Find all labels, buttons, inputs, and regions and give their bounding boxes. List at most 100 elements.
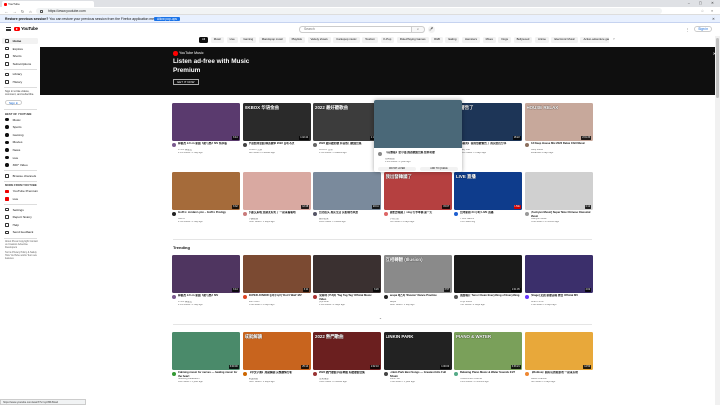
video-thumbnail[interactable]: 3:11 xyxy=(242,255,311,293)
search-input[interactable] xyxy=(299,26,412,33)
video-thumbnail[interactable]: 20:11 xyxy=(313,172,381,210)
video-card[interactable]: 4:02 [Stage] 女团 新歌首唱 舞台 Official MV Mnet K… xyxy=(524,255,593,315)
channel-avatar[interactable] xyxy=(313,143,318,148)
hover-preview-card[interactable]: 【完整版】张小强 国语歌曲合集 经典老歌 经典歌曲 1.2M views • 1… xyxy=(374,100,462,172)
video-card[interactable]: 20:11 台北街头 真实生活 实拍城市风景 城市纪录 126K views • 1 … xyxy=(313,172,381,232)
sidebar-item-sports[interactable]: Sports xyxy=(2,124,38,130)
video-thumbnail[interactable]: 1:01:05 xyxy=(454,255,522,293)
infobar-button[interactable]: Allow pop-ups xyxy=(154,16,181,22)
sidebar-item-news[interactable]: News xyxy=(2,147,38,153)
sidebar-item-360-video[interactable]: 360° Video xyxy=(2,162,38,168)
video-card[interactable]: PIANO & WATER 3:33:21 Relaxing Piano Music… xyxy=(454,332,522,405)
video-title[interactable]: Linkin Park Best Songs — Greatest Hits F… xyxy=(390,371,450,377)
get-it-now-button[interactable]: GET IT NOW xyxy=(173,79,199,85)
youtube-logo-text[interactable]: YouTube xyxy=(21,26,38,31)
sidebar-sign-in-button[interactable]: Sign in xyxy=(5,99,23,106)
sidebar-footer-policy-links[interactable]: Terms Privacy Policy & Safety How YouTub… xyxy=(5,251,39,261)
channel-avatar[interactable] xyxy=(524,143,529,148)
sidebar-footer-links[interactable]: About Press Copyright Contact us Creator… xyxy=(5,240,39,250)
sidebar-item-settings[interactable]: Settings xyxy=(2,207,38,213)
channel-avatar[interactable] xyxy=(242,372,247,377)
video-card[interactable]: LIVE 直播 LIVE 台湾新闻 24 小时 LIVE 直播 TVBS NEWS 5.… xyxy=(454,172,522,232)
channel-avatar[interactable] xyxy=(524,372,529,377)
video-title[interactable]: Relaxing Piano Music & Water Sounds 24/7 xyxy=(460,371,520,377)
video-thumbnail[interactable]: 被警告了 18:22 xyxy=(454,103,522,141)
chip-11[interactable]: R&B xyxy=(431,37,443,43)
sidebar-item-library[interactable]: Library xyxy=(2,71,38,77)
chip-7[interactable]: Cantopop music xyxy=(333,37,360,43)
video-thumbnail[interactable]: 2022 熱門歌曲 1:02:10 xyxy=(313,332,381,370)
sidebar-item-live[interactable]: Live xyxy=(2,155,38,161)
channel-avatar[interactable] xyxy=(454,372,459,377)
video-title[interactable]: 【Roblox】超好玩的新游戏 一起来玩吧 xyxy=(531,371,591,377)
video-card[interactable]: LINKIN PARK 1:00:00 Linkin Park Best Songs… xyxy=(383,332,452,405)
chip-4[interactable]: Mandopop music xyxy=(258,37,287,43)
video-card[interactable]: 3:32 GoPro: Jordan Lynn – GoPro Prodigy Go… xyxy=(172,172,240,232)
channel-avatar[interactable] xyxy=(383,295,388,300)
video-card[interactable]: 14:50 【Roblox】超好玩的新游戏 一起来玩吧 Game Channel 88… xyxy=(524,332,593,405)
chip-2[interactable]: Live xyxy=(226,37,238,43)
reload-icon[interactable]: ↻ xyxy=(20,9,25,14)
video-card[interactable]: 12:48 小鹿又来啦 这期太好笑了 一起来看看吧 小鹿视频 810K views •… xyxy=(242,172,311,232)
video-card[interactable]: HOUSE RELAX 2:01:33 DJ Deep House Mix 2022… xyxy=(524,103,593,163)
channel-avatar[interactable] xyxy=(242,212,247,217)
video-thumbnail[interactable]: 12:48 xyxy=(242,172,311,210)
channel-avatar[interactable] xyxy=(454,212,459,217)
chip-6[interactable]: Variety shows xyxy=(307,37,331,43)
video-title[interactable]: [Stage] 女团 新歌首唱 舞台 Official MV xyxy=(531,294,591,300)
chip-9[interactable]: K-Pop xyxy=(380,37,395,43)
back-icon[interactable]: ← xyxy=(4,9,9,14)
chip-16[interactable]: Bollywood xyxy=(513,37,533,43)
video-title[interactable]: 林俊杰 JJ Lin 新曲《愿与愁》MV 纯享版 xyxy=(178,142,238,148)
preview-thumbnail[interactable] xyxy=(374,100,462,148)
channel-avatar[interactable] xyxy=(383,212,388,217)
channel-avatar[interactable] xyxy=(524,212,529,217)
chip-8[interactable]: Tourism xyxy=(362,37,378,43)
video-card[interactable]: XKBOX 华语金曲 1:02:44 华语经典金曲 精选歌单 2022 百听不厌 XK… xyxy=(242,103,311,163)
chip-10[interactable]: Role-Playing Games xyxy=(396,37,429,43)
video-title[interactable]: 【搞笑】我竟然被警告了 真实经历分享 xyxy=(460,142,520,148)
video-title[interactable]: DJ Deep House Mix 2022 Relax Chill Music xyxy=(531,142,591,148)
video-title[interactable]: 【完整版】张小强 国语歌曲合集 经典老歌 xyxy=(385,151,459,157)
chip-3[interactable]: Gaming xyxy=(240,37,257,43)
infobar-close-icon[interactable]: ✕ xyxy=(712,15,715,23)
video-title[interactable]: 【中文字幕】成就解讀 完整劇情分析 xyxy=(249,371,309,377)
video-card[interactable]: 被警告了 18:22 【搞笑】我竟然被警告了 真实经历分享 Daily Life 403… xyxy=(454,103,522,163)
video-thumbnail[interactable]: PIANO & WATER 3:33:21 xyxy=(454,332,522,370)
video-title[interactable]: 宋雨琦 (YUQI) 'Tag Tag Tag' Official Music … xyxy=(319,294,379,300)
channel-avatar[interactable] xyxy=(524,295,529,300)
video-thumbnail[interactable]: 4:12 xyxy=(524,172,593,210)
video-title[interactable]: 我要去韓國了 vlog 行李準備 第一天 xyxy=(390,211,450,217)
video-thumbnail[interactable]: LIVE 直播 LIVE xyxy=(454,172,522,210)
video-title[interactable]: GoPro: Jordan Lynn – GoPro Prodigy xyxy=(178,211,238,217)
channel-avatar[interactable] xyxy=(383,372,388,377)
video-thumbnail[interactable]: 我出發韓國了 15:07 xyxy=(383,172,452,210)
video-thumbnail[interactable]: 3:00:00 xyxy=(172,332,240,370)
video-thumbnail[interactable]: 3:20 xyxy=(313,255,381,293)
video-title[interactable]: 台北街头 真实生活 实拍城市风景 xyxy=(319,211,379,217)
video-title[interactable]: 华语经典金曲 精选歌单 2022 百听不厌 xyxy=(249,142,309,148)
chip-5[interactable]: Playlists xyxy=(288,37,305,43)
channel-avatar[interactable] xyxy=(172,372,177,377)
sidebar-item-report-history[interactable]: Report history xyxy=(2,214,38,220)
chip-17[interactable]: Anime xyxy=(534,37,549,43)
channel-avatar[interactable] xyxy=(378,152,383,157)
video-thumbnail[interactable]: LINKIN PARK 1:00:00 xyxy=(383,332,452,370)
chip-scroll-next-icon[interactable]: › xyxy=(611,37,617,43)
channel-avatar[interactable] xyxy=(172,212,177,217)
video-title[interactable]: 2022 最好聽的歌 抖音热门歌曲合集 xyxy=(319,142,379,148)
sidebar-item-shorts[interactable]: Shorts xyxy=(2,53,38,59)
video-thumbnail[interactable]: 成就解讀 25:14 xyxy=(242,332,311,370)
url-bar[interactable]: https://www.youtube.com xyxy=(36,8,662,14)
video-card[interactable]: 4:12 [Zoohyun Music] Super Nice Chinese C… xyxy=(524,172,593,232)
video-title[interactable]: [Zoohyun Music] Super Nice Chinese Class… xyxy=(531,211,591,217)
chip-14[interactable]: Mixes xyxy=(482,37,496,43)
chip-18[interactable]: Electronic Music xyxy=(551,37,578,43)
video-card[interactable]: 3:44 林俊杰 JJ Lin 新曲《愿与愁》MV 纯享版 JJ Lin 林俊杰 2.… xyxy=(172,103,240,163)
home-nav-icon[interactable]: ⌂ xyxy=(28,9,33,14)
search-icon[interactable]: ⌕ xyxy=(411,26,425,33)
channel-avatar[interactable] xyxy=(172,295,177,300)
sign-in-button[interactable]: Sign in xyxy=(694,26,712,32)
channel-avatar[interactable] xyxy=(454,295,459,300)
video-card[interactable]: 3:44 林俊杰 JJ Lin 新曲《愿与愁》MV JJ Lin 林俊杰 2.1M v… xyxy=(172,255,240,315)
